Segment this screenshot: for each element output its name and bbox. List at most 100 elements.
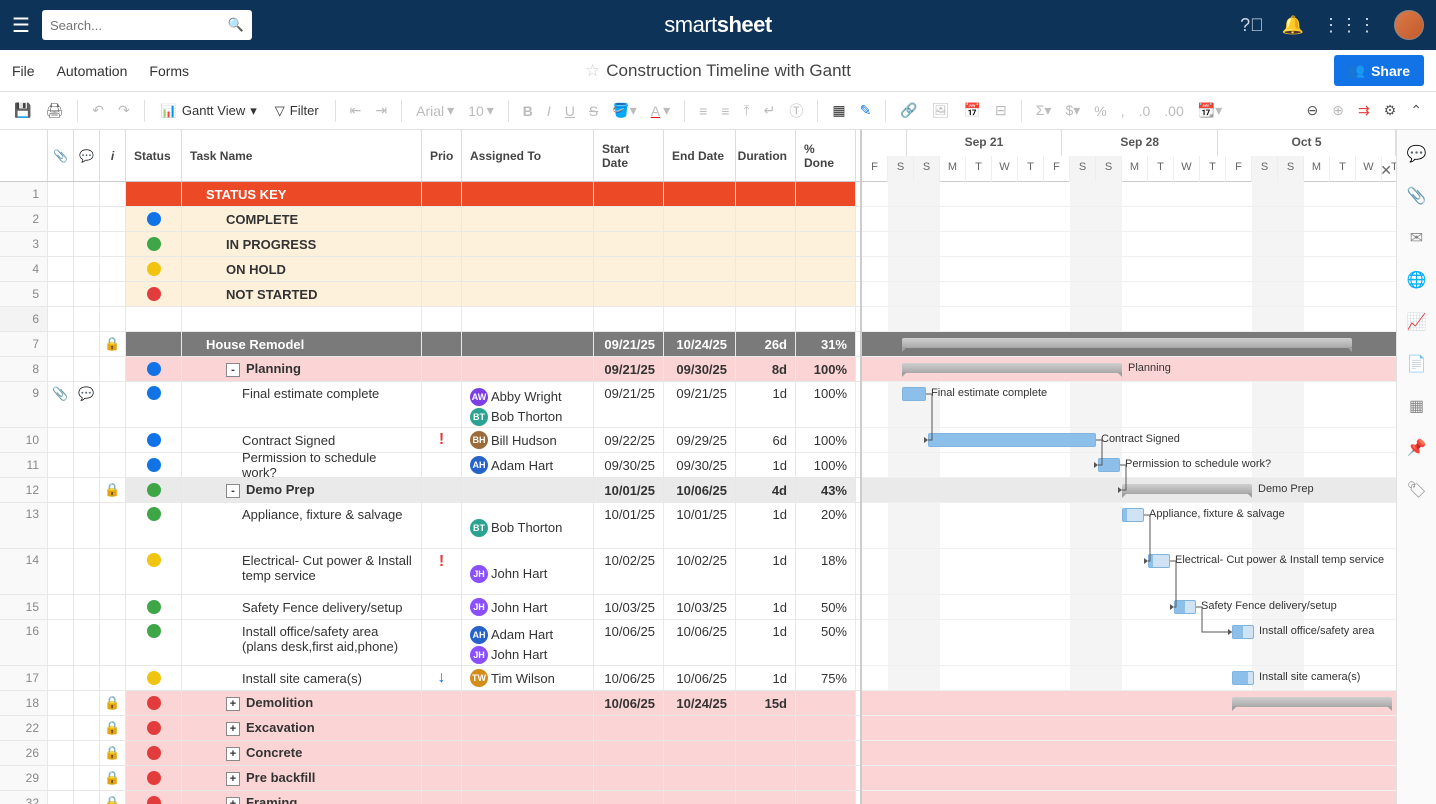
task-cell[interactable]: Electrical- Cut power & Install temp ser… (182, 549, 422, 594)
task-cell[interactable]: -Demo Prep (182, 478, 422, 502)
task-cell[interactable]: +Demolition (182, 691, 422, 715)
comment-cell[interactable] (74, 232, 100, 256)
gantt-row[interactable] (862, 282, 1396, 307)
task-cell[interactable]: IN PROGRESS (182, 232, 422, 256)
start-cell[interactable] (594, 207, 664, 231)
status-cell[interactable] (126, 549, 182, 594)
start-cell[interactable] (594, 766, 664, 790)
prio-cell[interactable] (422, 257, 462, 281)
table-row[interactable]: 18🔒+Demolition10/06/2510/24/2515d (0, 691, 860, 716)
comment-cell[interactable] (74, 357, 100, 381)
end-cell[interactable]: 10/06/25 (664, 478, 736, 502)
attachment-cell[interactable] (48, 478, 74, 502)
text-color-icon[interactable]: A▾ (645, 98, 676, 123)
prio-cell[interactable] (422, 741, 462, 765)
table-row[interactable]: 15Safety Fence delivery/setupJHJohn Hart… (0, 595, 860, 620)
comment-cell[interactable] (74, 620, 100, 665)
menu-file[interactable]: File (12, 63, 35, 79)
row-number[interactable]: 11 (0, 453, 48, 477)
col-duration[interactable]: Duration (736, 130, 796, 181)
assigned-cell[interactable]: BTBob Thorton (462, 503, 594, 548)
fill-color-icon[interactable]: 🪣▾ (606, 98, 642, 123)
dashboard-icon[interactable]: ▦ (1409, 396, 1424, 416)
row-number[interactable]: 4 (0, 257, 48, 281)
start-cell[interactable] (594, 282, 664, 306)
attachment-cell[interactable] (48, 453, 74, 477)
info-cell[interactable] (100, 357, 126, 381)
prio-cell[interactable] (422, 282, 462, 306)
currency-icon[interactable]: $▾ (1059, 98, 1086, 123)
align-left-icon[interactable]: ≡ (693, 99, 713, 123)
prio-cell[interactable] (422, 716, 462, 740)
info-cell[interactable] (100, 503, 126, 548)
prio-cell[interactable] (422, 503, 462, 548)
dur-cell[interactable] (736, 741, 796, 765)
task-cell[interactable]: +Framing (182, 791, 422, 804)
table-row[interactable]: 10Contract Signed!BHBill Hudson09/22/250… (0, 428, 860, 453)
status-cell[interactable] (126, 232, 182, 256)
start-cell[interactable]: 09/21/25 (594, 382, 664, 427)
gantt-bar[interactable]: Electrical- Cut power & Install temp ser… (1148, 554, 1170, 568)
task-cell[interactable]: +Pre backfill (182, 766, 422, 790)
comment-cell[interactable] (74, 428, 100, 452)
row-number[interactable]: 16 (0, 620, 48, 665)
info-cell[interactable]: 🔒 (100, 791, 126, 804)
assigned-cell[interactable] (462, 691, 594, 715)
gantt-bar[interactable]: Planning (902, 363, 1122, 373)
done-cell[interactable] (796, 282, 856, 306)
start-cell[interactable] (594, 791, 664, 804)
assigned-cell[interactable]: TWTim Wilson (462, 666, 594, 690)
publish-icon[interactable]: 🌐 (1407, 270, 1427, 290)
collapse-icon[interactable]: ⌃ (1404, 98, 1428, 123)
prio-cell[interactable]: ! (422, 549, 462, 594)
done-cell[interactable] (796, 691, 856, 715)
task-cell[interactable]: Permission to schedule work? (182, 453, 422, 477)
italic-icon[interactable]: I (541, 99, 557, 123)
assigned-cell[interactable]: JHJohn Hart (462, 595, 594, 619)
info-cell[interactable] (100, 382, 126, 427)
info-cell[interactable]: 🔒 (100, 332, 126, 356)
done-cell[interactable]: 100% (796, 428, 856, 452)
task-cell[interactable]: Final estimate complete (182, 382, 422, 427)
attachment-cell[interactable] (48, 282, 74, 306)
start-cell[interactable]: 09/22/25 (594, 428, 664, 452)
task-cell[interactable]: Safety Fence delivery/setup (182, 595, 422, 619)
status-cell[interactable] (126, 332, 182, 356)
attachment-cell[interactable] (48, 666, 74, 690)
table-row[interactable]: 6 (0, 307, 860, 332)
share-button[interactable]: 👥 Share (1334, 55, 1424, 86)
table-row[interactable]: 3IN PROGRESS (0, 232, 860, 257)
info-cell[interactable] (100, 182, 126, 206)
done-cell[interactable] (796, 182, 856, 206)
end-cell[interactable] (664, 716, 736, 740)
comment-cell[interactable] (74, 595, 100, 619)
calendar-icon[interactable]: 📅 (958, 98, 987, 123)
attachment-cell[interactable] (48, 428, 74, 452)
comment-cell[interactable] (74, 741, 100, 765)
font-select[interactable]: Arial ▾ (410, 98, 460, 123)
status-cell[interactable] (126, 357, 182, 381)
gantt-bar[interactable]: Permission to schedule work? (1098, 458, 1120, 472)
gantt-row[interactable]: Install office/safety area (862, 620, 1396, 666)
end-cell[interactable] (664, 766, 736, 790)
start-cell[interactable]: 10/01/25 (594, 478, 664, 502)
dur-cell[interactable]: 1d (736, 549, 796, 594)
assigned-cell[interactable]: JHJohn Hart (462, 549, 594, 594)
done-cell[interactable]: 20% (796, 503, 856, 548)
start-cell[interactable]: 10/02/25 (594, 549, 664, 594)
comment-cell[interactable] (74, 503, 100, 548)
prio-cell[interactable] (422, 207, 462, 231)
attachment-cell[interactable] (48, 257, 74, 281)
dur-cell[interactable] (736, 307, 796, 331)
strike-icon[interactable]: S (583, 99, 604, 123)
end-cell[interactable] (664, 207, 736, 231)
col-assigned[interactable]: Assigned To (462, 130, 594, 181)
proof-icon[interactable]: ✉ (1410, 228, 1423, 248)
gantt-bar[interactable]: Install office/safety area (1232, 625, 1254, 639)
link-icon[interactable]: 🔗 (894, 98, 923, 123)
align-center-icon[interactable]: ≡ (715, 99, 735, 123)
row-number[interactable]: 6 (0, 307, 48, 331)
comma-icon[interactable]: , (1115, 99, 1131, 123)
gantt-row[interactable] (862, 741, 1396, 766)
dur-cell[interactable]: 1d (736, 453, 796, 477)
